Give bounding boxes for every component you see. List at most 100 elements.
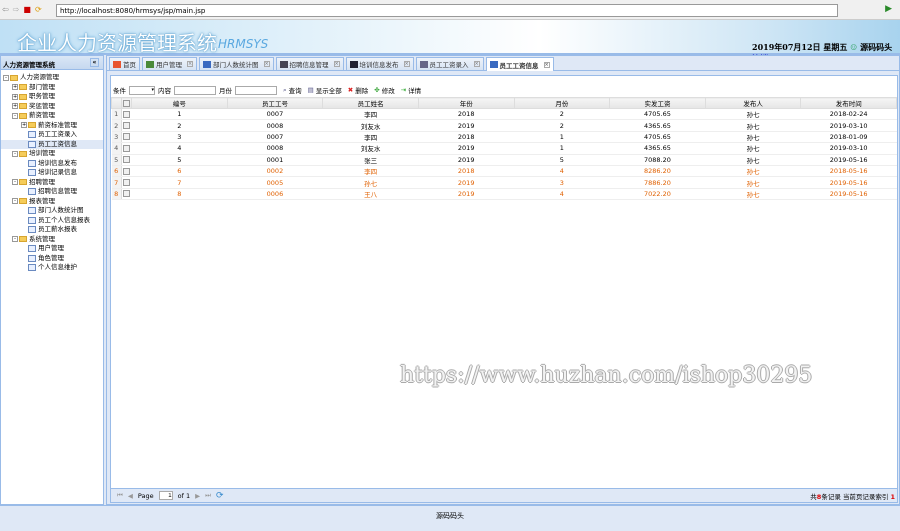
row-checkbox[interactable] xyxy=(123,167,131,175)
table-cell: 7088.20 xyxy=(609,154,706,166)
column-header[interactable]: 年份 xyxy=(417,97,515,109)
expander-icon[interactable]: - xyxy=(12,236,18,243)
nav-tree-item[interactable]: - 培训管理 xyxy=(1,149,103,159)
browser-toolbar: ⇦ ⇨ ■ ⟳ http://localhost:8080/hrmsys/jsp… xyxy=(0,0,900,20)
nav-tree-item[interactable]: 培训信息发布 xyxy=(1,159,103,169)
table-row[interactable]: 2 2 0008 刘友水 2019 2 4365.65 孙七 2019-03-10 xyxy=(111,119,897,132)
select-all-checkbox[interactable] xyxy=(123,99,130,107)
watermark: https://www.huzhan.com/ishop30295 xyxy=(400,363,813,388)
page-number-input[interactable] xyxy=(158,491,173,500)
nav-tree-item[interactable]: 培训记录信息 xyxy=(1,168,103,178)
back-icon[interactable]: ⇦ xyxy=(2,5,9,14)
table-row[interactable]: 4 4 0008 刘友水 2019 1 4365.65 孙七 2019-03-10 xyxy=(111,142,897,155)
stop-icon[interactable]: ■ xyxy=(23,5,31,14)
expander-icon[interactable]: + xyxy=(12,103,18,110)
column-header[interactable]: 月份 xyxy=(513,97,611,109)
expander-icon[interactable]: + xyxy=(21,122,27,129)
column-header[interactable]: 编号 xyxy=(131,97,228,109)
expander-icon[interactable]: + xyxy=(12,84,18,91)
expander-icon[interactable]: + xyxy=(12,93,18,100)
last-page-icon[interactable]: ⏭ xyxy=(205,491,211,500)
row-checkbox[interactable] xyxy=(123,156,131,164)
nav-tree-item[interactable]: - 人力资源管理 xyxy=(1,73,103,83)
column-header[interactable]: 实发工资 xyxy=(609,97,706,109)
row-checkbox[interactable] xyxy=(123,122,131,130)
row-checkbox[interactable] xyxy=(123,133,131,141)
nav-tree-item[interactable]: 用户管理 xyxy=(1,244,103,254)
column-header[interactable]: 发布时间 xyxy=(800,97,897,109)
nav-tree-item[interactable]: 招聘信息管理 xyxy=(1,187,103,197)
column-header[interactable]: 员工工号 xyxy=(226,97,324,109)
table-row[interactable]: 1 1 0007 李四 2018 2 4705.65 孙七 2018-02-24 xyxy=(111,108,897,121)
nav-tree-item[interactable]: 员工个人信息报表 xyxy=(1,216,103,226)
close-icon[interactable]: × xyxy=(333,61,340,67)
nav-tree-item[interactable]: 部门人数统计图 xyxy=(1,206,103,216)
column-header[interactable]: 员工姓名 xyxy=(322,97,419,109)
column-header[interactable]: 发布人 xyxy=(704,97,802,109)
expander-icon[interactable]: - xyxy=(3,74,9,81)
detail-button[interactable]: ⇥ 详情 xyxy=(401,85,421,95)
close-icon[interactable]: × xyxy=(263,61,270,67)
table-cell: 1 xyxy=(131,108,228,121)
content-input[interactable] xyxy=(174,85,216,95)
tab-6[interactable]: 员工工资录入 × xyxy=(415,57,484,70)
close-icon[interactable]: × xyxy=(187,61,193,67)
tab-3[interactable]: 部门人数统计图 × xyxy=(199,57,274,70)
tab-4[interactable]: 招聘信息管理 × xyxy=(275,57,344,70)
close-icon[interactable]: × xyxy=(473,61,480,67)
tab-1[interactable]: 首页 xyxy=(109,57,140,70)
collapse-button[interactable]: « xyxy=(90,58,99,67)
condition-select[interactable]: ▾ xyxy=(129,85,155,95)
table-cell: 4 xyxy=(514,188,610,201)
tab-7[interactable]: 员工工资信息 × xyxy=(485,57,554,71)
first-page-icon[interactable]: ⏮ xyxy=(117,491,123,500)
table-row[interactable]: 5 5 0001 张三 2019 5 7088.20 孙七 2019-05-16 xyxy=(111,154,897,166)
nav-tree-item[interactable]: - 薪资管理 xyxy=(1,111,103,121)
nav-tree-item[interactable]: + 奖惩管理 xyxy=(1,102,103,112)
row-checkbox[interactable] xyxy=(123,110,131,118)
main-panel: 首页 用户管理 × 部门人数统计图 × 招聘信息管理 × 培训信息发布 × 员工工资录入 × 员工工资… xyxy=(106,55,900,505)
table-row[interactable]: 3 3 0007 李四 2018 1 4705.65 孙七 2018-01-09 xyxy=(111,131,897,144)
prev-page-icon[interactable]: ◀ xyxy=(128,492,133,500)
nav-tree-item[interactable]: - 报表管理 xyxy=(1,197,103,207)
nav-tree-item[interactable]: - 系统管理 xyxy=(1,235,103,245)
close-icon[interactable]: × xyxy=(403,61,410,67)
nav-tree-item[interactable]: 员工薪水报表 xyxy=(1,225,103,235)
go-icon[interactable]: ▶ xyxy=(885,4,892,14)
nav-tree-label: 培训信息发布 xyxy=(38,158,77,167)
folder-icon xyxy=(19,84,27,91)
salary-grid-panel: 条件 ▾ 内容 月份 ⌕ 查询 ▤ 显示全部 ✖ 删除 ✤ 修改 ⇥ 详情 编号 员工工号员… xyxy=(110,75,898,503)
nav-tree-item[interactable]: 个人信息维护 xyxy=(1,263,103,273)
expander-icon[interactable]: - xyxy=(12,112,18,119)
url-input[interactable]: http://localhost:8080/hrmsys/jsp/main.js… xyxy=(56,4,838,17)
delete-button[interactable]: ✖ 删除 xyxy=(348,85,368,95)
row-checkbox[interactable] xyxy=(123,179,131,187)
month-input[interactable] xyxy=(235,85,277,95)
nav-tree-item[interactable]: - 招聘管理 xyxy=(1,178,103,188)
expander-icon[interactable]: - xyxy=(12,198,18,205)
nav-tree-item[interactable]: + 薪资标准管理 xyxy=(1,121,103,131)
row-checkbox[interactable] xyxy=(123,144,131,152)
query-button[interactable]: ⌕ 查询 xyxy=(283,85,302,96)
tab-2[interactable]: 用户管理 × xyxy=(142,57,197,70)
refresh-icon[interactable]: ⟳ xyxy=(216,491,224,501)
nav-tree-item[interactable]: 员工工资录入 xyxy=(1,130,103,140)
show-all-button[interactable]: ▤ 显示全部 xyxy=(308,85,342,95)
table-row[interactable]: 6 6 0002 李四 2018 4 8286.20 孙七 2018-05-16 xyxy=(111,165,897,178)
edit-button[interactable]: ✤ 修改 xyxy=(374,85,394,95)
nav-tree-item[interactable]: 角色管理 xyxy=(1,254,103,264)
tab-5[interactable]: 培训信息发布 × xyxy=(345,57,414,70)
expander-icon[interactable]: - xyxy=(12,150,18,157)
table-icon: ▤ xyxy=(307,86,314,94)
row-checkbox[interactable] xyxy=(123,190,131,198)
nav-tree-item[interactable]: 员工工资信息 xyxy=(1,139,103,149)
nav-tree-item[interactable]: + 职务管理 xyxy=(1,92,103,102)
table-row[interactable]: 8 8 0006 王八 2019 4 7022.20 孙七 2019-05-16 xyxy=(111,188,897,201)
close-icon[interactable]: × xyxy=(543,61,550,68)
table-row[interactable]: 7 7 0005 孙七 2019 3 7886.20 孙七 2019-05-16 xyxy=(111,176,897,189)
forward-icon[interactable]: ⇨ xyxy=(13,5,20,14)
next-page-icon[interactable]: ▶ xyxy=(195,492,200,500)
nav-tree-item[interactable]: + 部门管理 xyxy=(1,83,103,93)
refresh-icon[interactable]: ⟳ xyxy=(35,5,42,14)
expander-icon[interactable]: - xyxy=(12,179,18,186)
